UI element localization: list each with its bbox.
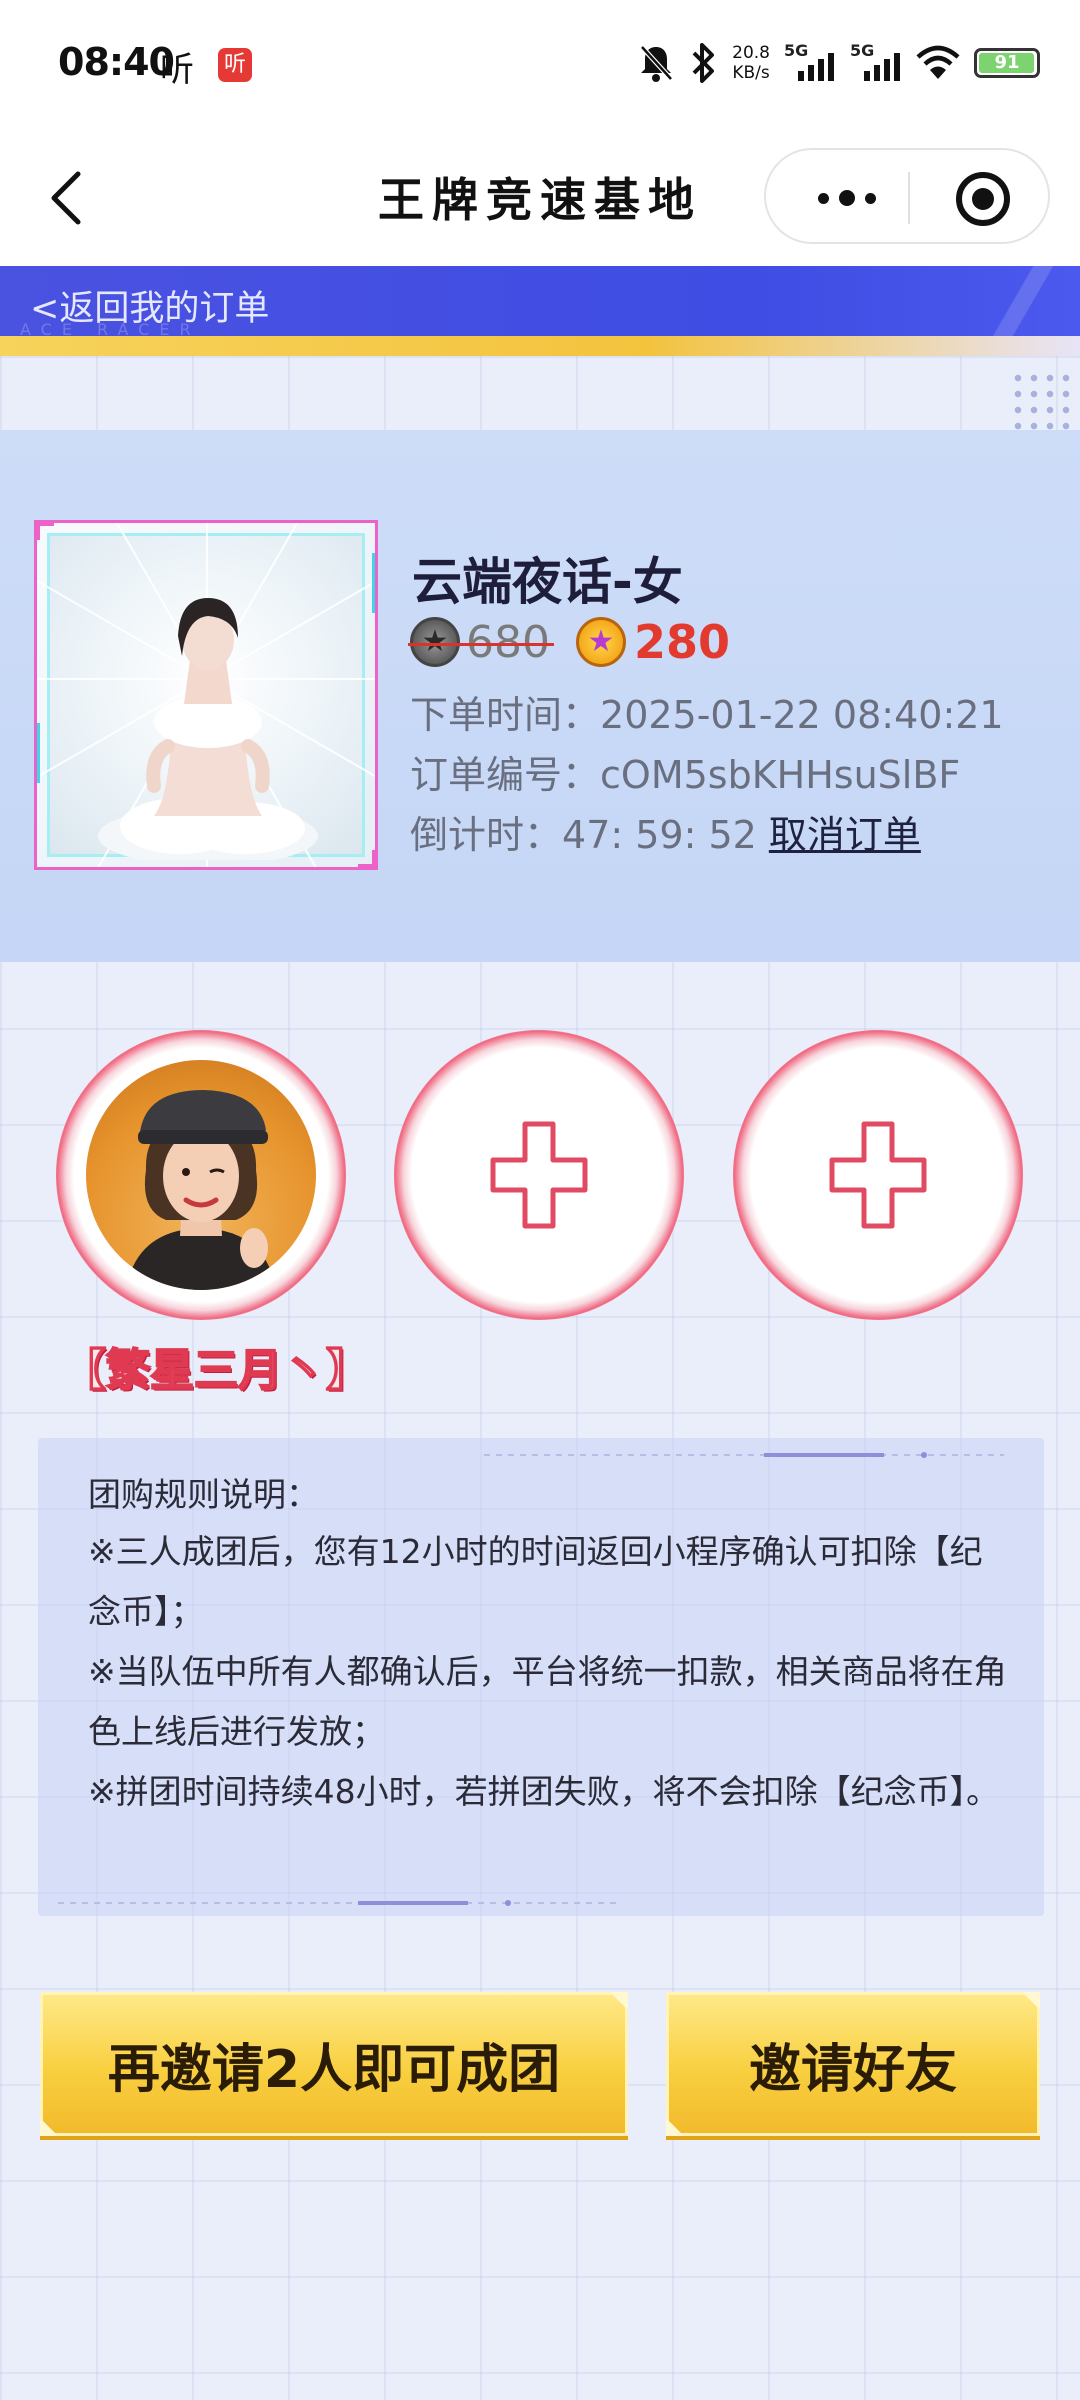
order-time-row: 下单时间：2025-01-22 08:40:21: [410, 684, 1004, 739]
capsule-divider: [908, 172, 910, 224]
signal-icon: 5G: [784, 41, 836, 85]
nav-bar: 王牌竞速基地: [0, 130, 1080, 266]
signal-icon: 5G: [850, 41, 902, 85]
countdown-label: 倒计时：: [410, 813, 563, 857]
order-number-row: 订单编号：cOM5sbKHHsuSlBF: [410, 744, 960, 799]
app-notification-icon: 听: [218, 48, 252, 82]
bluetooth-icon: [692, 43, 715, 83]
gray-coin-icon: ★: [410, 617, 460, 667]
current-price: 280: [633, 615, 731, 669]
character-figure-icon: [98, 598, 318, 860]
product-name: 云端夜话-女: [412, 553, 683, 611]
order-time-value: 2025-01-22 08:40:21: [600, 693, 1004, 737]
rules-divider-bottom: [58, 1900, 618, 1906]
rule-item: ※当队伍中所有人都确认后，平台将统一扣款，相关商品将在角色上线后进行发放；: [88, 1652, 1007, 1751]
invite-friends-button[interactable]: 邀请好友: [666, 1992, 1040, 2136]
group-status-button[interactable]: 再邀请2人即可成团: [40, 1992, 628, 2136]
back-to-orders-link[interactable]: <返回我的订单: [30, 280, 269, 331]
status-bar: 08:40 听 听 20.8 KB/s 5G 5G 91: [0, 0, 1080, 130]
avatar: [86, 1060, 316, 1290]
wifi-icon: [916, 45, 960, 79]
rule-item: ※三人成团后，您有12小时的时间返回小程序确认可扣除【纪念币】；: [88, 1532, 983, 1631]
rule-item: ※拼团时间持续48小时，若拼团失败，将不会扣除【纪念币】。: [88, 1772, 1000, 1811]
add-member-icon: [829, 1121, 927, 1229]
rules-title: 团购规则说明：: [88, 1475, 319, 1514]
listen-app-icon: 听: [160, 50, 194, 90]
original-price: 680: [408, 616, 554, 668]
countdown-row: 倒计时：47: 59: 52 取消订单: [410, 804, 921, 859]
battery-icon: 91: [974, 48, 1040, 78]
mini-program-capsule: [764, 148, 1050, 244]
member-slot-empty[interactable]: [733, 1030, 1023, 1320]
price-row: ★ 680 ★ 280: [408, 610, 731, 674]
countdown-value: 47: 59: 52: [562, 813, 757, 857]
order-number-value: cOM5sbKHHsuSlBF: [600, 753, 961, 797]
order-banner: ACE RACER <返回我的订单: [0, 266, 1080, 356]
member-slot-leader: [56, 1030, 346, 1320]
member-slot-empty[interactable]: [394, 1030, 684, 1320]
status-icons: 20.8 KB/s 5G 5G 91: [638, 38, 1040, 88]
product-image: [34, 520, 378, 870]
gold-coin-icon: ★: [575, 617, 626, 667]
rules-divider-top: [484, 1452, 1004, 1458]
status-time: 08:40: [58, 40, 175, 84]
banner-stripe: [0, 336, 1080, 356]
order-time-label: 下单时间：: [410, 693, 601, 737]
add-member-icon: [490, 1121, 588, 1229]
rules-panel: 团购规则说明： ※三人成团后，您有12小时的时间返回小程序确认可扣除【纪念币】；…: [38, 1438, 1044, 1916]
close-mini-program-icon[interactable]: [956, 172, 1010, 226]
mute-bell-icon: [640, 45, 673, 82]
network-speed: 20.8 KB/s: [732, 43, 770, 83]
leader-name: 【繁星三月丶】: [61, 1344, 371, 1397]
cancel-order-link[interactable]: 取消订单: [769, 813, 921, 857]
more-options-icon[interactable]: [802, 178, 892, 218]
order-number-label: 订单编号：: [410, 753, 601, 797]
